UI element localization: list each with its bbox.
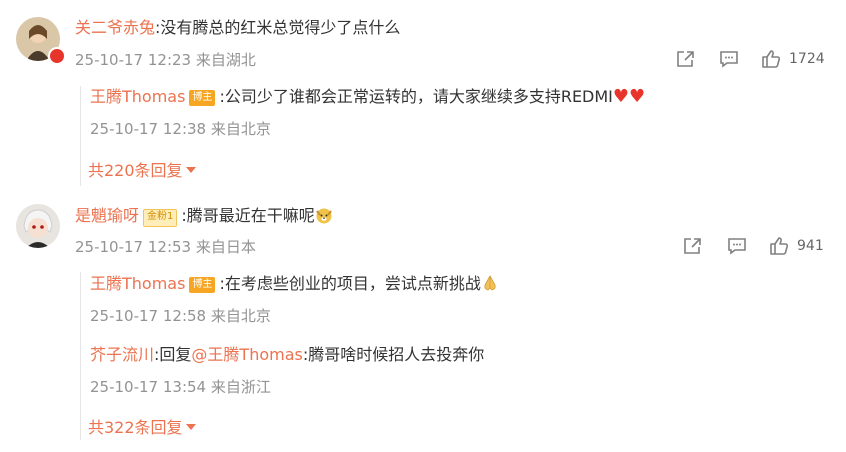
more-replies-link[interactable]: 共220条回复: [88, 157, 196, 181]
like-count: 1724: [789, 50, 825, 67]
comment-author[interactable]: 是魈瑜呀: [75, 206, 139, 225]
share-icon: [684, 238, 701, 254]
avatar[interactable]: [16, 204, 60, 248]
comment-meta: 25-10-17 12:53 来自日本: [75, 238, 256, 256]
comment-button[interactable]: [727, 237, 747, 255]
chevron-down-icon: [185, 424, 196, 430]
comment-meta: 25-10-17 12:23 来自湖北: [75, 51, 256, 69]
reply-divider: [80, 272, 81, 440]
comment-text: :腾哥最近在干嘛呢: [181, 206, 315, 225]
comment-author[interactable]: 关二爷赤兔: [75, 18, 155, 37]
comment-text: :没有腾总的红米总觉得少了点什么: [155, 18, 401, 37]
comment-button[interactable]: [719, 50, 739, 68]
like-icon: [770, 237, 789, 255]
mention-link[interactable]: @王腾Thomas: [191, 345, 302, 364]
like-button[interactable]: 1724: [761, 49, 825, 68]
heart-emoji: ♥: [629, 86, 646, 107]
share-button[interactable]: [676, 50, 696, 68]
like-icon: [762, 50, 781, 68]
like-count: 941: [797, 237, 824, 254]
pray-emoji: [484, 275, 496, 291]
fan-badge: 金粉1: [143, 209, 178, 227]
reply-text: :公司少了谁都会正常运转的，请大家继续多支持REDMI: [219, 87, 613, 106]
comment-icon: [720, 51, 738, 68]
verified-badge-icon: [48, 47, 66, 65]
comment-icon: [728, 238, 746, 255]
blogger-badge: 博主: [189, 90, 216, 106]
reply-author[interactable]: 芥子流川: [90, 345, 154, 364]
reply-meta: 25-10-17 12:58 来自北京: [90, 307, 271, 325]
reply-author[interactable]: 王腾Thomas: [90, 274, 185, 293]
share-button[interactable]: [683, 237, 703, 255]
reply-prefix: :回复: [154, 345, 192, 364]
reply-author[interactable]: 王腾Thomas: [90, 87, 185, 106]
heart-emoji: ♥: [612, 86, 630, 107]
reply-text: :在考虑些创业的项目，尝试点新挑战: [219, 274, 481, 293]
reply-meta: 25-10-17 13:54 来自浙江: [90, 378, 271, 396]
dog-emoji: [315, 208, 332, 224]
reply-text: :腾哥啥时候招人去投奔你: [302, 345, 485, 364]
more-replies-link[interactable]: 共322条回复: [88, 414, 196, 438]
like-button[interactable]: 941: [769, 236, 824, 255]
share-icon: [677, 51, 694, 67]
chevron-down-icon: [185, 167, 196, 173]
reply-divider: [80, 86, 81, 186]
blogger-badge: 博主: [189, 277, 216, 293]
reply-meta: 25-10-17 12:38 来自北京: [90, 120, 271, 138]
